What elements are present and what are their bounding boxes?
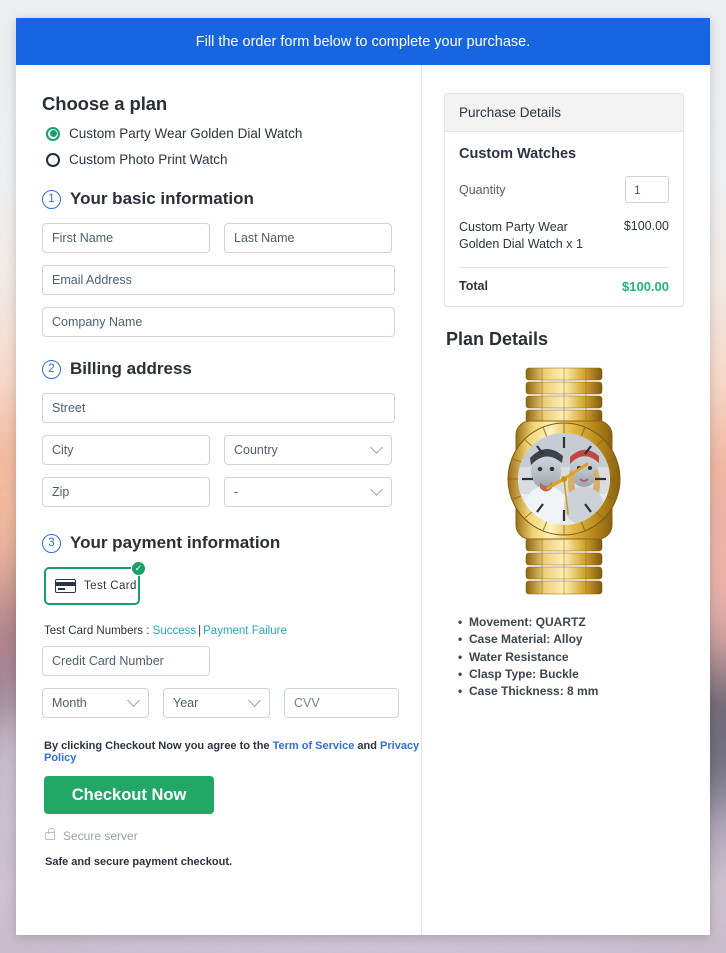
cvv-input[interactable]	[285, 689, 398, 717]
expiry-year-value: Year	[173, 696, 199, 710]
quantity-input[interactable]	[625, 176, 669, 203]
purchase-details-panel: Purchase Details Custom Watches Quantity…	[444, 93, 684, 307]
email-input[interactable]	[42, 265, 395, 295]
credit-card-icon	[55, 579, 76, 593]
expiry-month-select[interactable]: Month	[42, 688, 149, 718]
line-item-price: $100.00	[623, 219, 669, 233]
product-feature-list: Movement: QUARTZ Case Material: Alloy Wa…	[458, 614, 684, 701]
quantity-label: Quantity	[459, 182, 506, 197]
state-select-value: -	[234, 485, 239, 499]
radio-selected-icon[interactable]	[46, 126, 60, 141]
card-number-row	[42, 646, 421, 676]
chevron-down-icon	[248, 693, 261, 707]
line-item-name: Custom Party Wear Golden Dial Watch x 1	[459, 220, 583, 251]
step-number-badge: 3	[42, 533, 61, 553]
credit-card-number-input[interactable]	[42, 646, 210, 676]
order-form-column: Choose a plan Custom Party Wear Golden D…	[16, 65, 422, 935]
section-title: Billing address	[70, 359, 192, 378]
company-name-input[interactable]	[42, 307, 395, 337]
banner-text: Fill the order form below to complete yo…	[195, 33, 531, 50]
terms-and: and	[357, 740, 377, 752]
zip-input[interactable]	[42, 477, 210, 507]
plan-details-heading: Plan Details	[446, 328, 549, 349]
city-input[interactable]	[42, 435, 210, 465]
feature-item: Water Resistance	[458, 649, 684, 667]
city-country-row: Country	[42, 435, 421, 465]
product-group-title: Custom Watches	[459, 146, 577, 162]
plan-option-label: Custom Photo Print Watch	[69, 152, 228, 167]
failure-card-link[interactable]: Payment Failure	[203, 625, 287, 637]
checkout-card: Fill the order form below to complete yo…	[16, 18, 710, 935]
plan-option-golden-dial[interactable]: Custom Party Wear Golden Dial Watch	[46, 126, 421, 141]
divider	[459, 266, 669, 268]
chevron-down-icon	[370, 440, 383, 454]
feature-item: Movement: QUARTZ	[458, 614, 684, 632]
step-number-badge: 1	[42, 189, 61, 209]
checkout-now-button[interactable]: Checkout Now	[44, 776, 214, 814]
last-name-input[interactable]	[224, 223, 392, 253]
check-circle-icon: ✓	[131, 561, 146, 576]
product-image	[444, 366, 684, 598]
zip-state-row: -	[42, 477, 421, 507]
secure-server-label: Secure server	[63, 829, 138, 843]
term-of-service-link[interactable]: Term of Service	[273, 740, 355, 752]
step-number-badge: 2	[42, 359, 61, 379]
feature-item: Clasp Type: Buckle	[458, 666, 684, 684]
safe-checkout-note: Safe and secure payment checkout.	[45, 856, 233, 868]
test-card-option[interactable]: Test Card ✓	[44, 561, 146, 605]
expiry-month-value: Month	[52, 696, 87, 710]
line-item-row: Custom Party Wear Golden Dial Watch x 1 …	[459, 219, 669, 253]
street-input[interactable]	[42, 393, 395, 423]
terms-prefix: By clicking Checkout Now you agree to th…	[44, 740, 270, 752]
section-payment-information: 3 Your payment information	[42, 533, 421, 553]
company-field-row	[42, 307, 421, 337]
test-card-numbers-row: Test Card Numbers : Success | Payment Fail…	[44, 625, 287, 637]
feature-item: Case Thickness: 8 mm	[458, 683, 684, 701]
name-field-row	[42, 223, 421, 253]
chevron-down-icon	[370, 482, 383, 496]
lock-icon	[45, 828, 55, 840]
country-select-value: Country	[234, 443, 278, 457]
chevron-down-icon	[127, 693, 140, 707]
expiry-year-select[interactable]: Year	[163, 688, 270, 718]
cvv-field-group	[284, 688, 399, 718]
country-select[interactable]: Country	[224, 435, 392, 465]
purchase-details-body: Custom Watches Quantity Custom Party Wea…	[445, 132, 683, 306]
feature-item: Case Material: Alloy	[458, 631, 684, 649]
street-field-row	[42, 393, 421, 423]
golden-watch-illustration	[507, 367, 621, 595]
purchase-details-header: Purchase Details	[445, 94, 683, 132]
terms-agreement-text: By clicking Checkout Now you agree to th…	[44, 740, 421, 764]
section-title: Your payment information	[70, 533, 281, 552]
email-field-row	[42, 265, 421, 295]
plan-option-label: Custom Party Wear Golden Dial Watch	[69, 126, 303, 141]
quantity-row: Quantity	[459, 176, 669, 203]
checkout-body: Choose a plan Custom Party Wear Golden D…	[16, 65, 710, 935]
first-name-input[interactable]	[42, 223, 210, 253]
state-select[interactable]: -	[224, 477, 392, 507]
expiry-cvv-row: Month Year	[42, 688, 421, 718]
section-title: Your basic information	[70, 189, 254, 208]
total-label: Total	[459, 278, 488, 293]
section-billing-address: 2 Billing address	[42, 359, 421, 379]
success-card-link[interactable]: Success	[153, 625, 196, 637]
instruction-banner: Fill the order form below to complete yo…	[16, 18, 710, 65]
section-basic-information: 1 Your basic information	[42, 189, 421, 209]
choose-plan-heading: Choose a plan	[42, 93, 168, 114]
plan-option-photo-print[interactable]: Custom Photo Print Watch	[46, 152, 421, 167]
secure-server-row: Secure server	[45, 828, 421, 843]
test-card-label: Test Card	[84, 580, 137, 592]
radio-unselected-icon[interactable]	[46, 152, 60, 167]
test-card-numbers-label: Test Card Numbers :	[44, 625, 150, 637]
total-value: $100.00	[622, 278, 669, 294]
summary-column: Purchase Details Custom Watches Quantity…	[422, 65, 710, 935]
total-row: Total $100.00	[459, 279, 669, 294]
